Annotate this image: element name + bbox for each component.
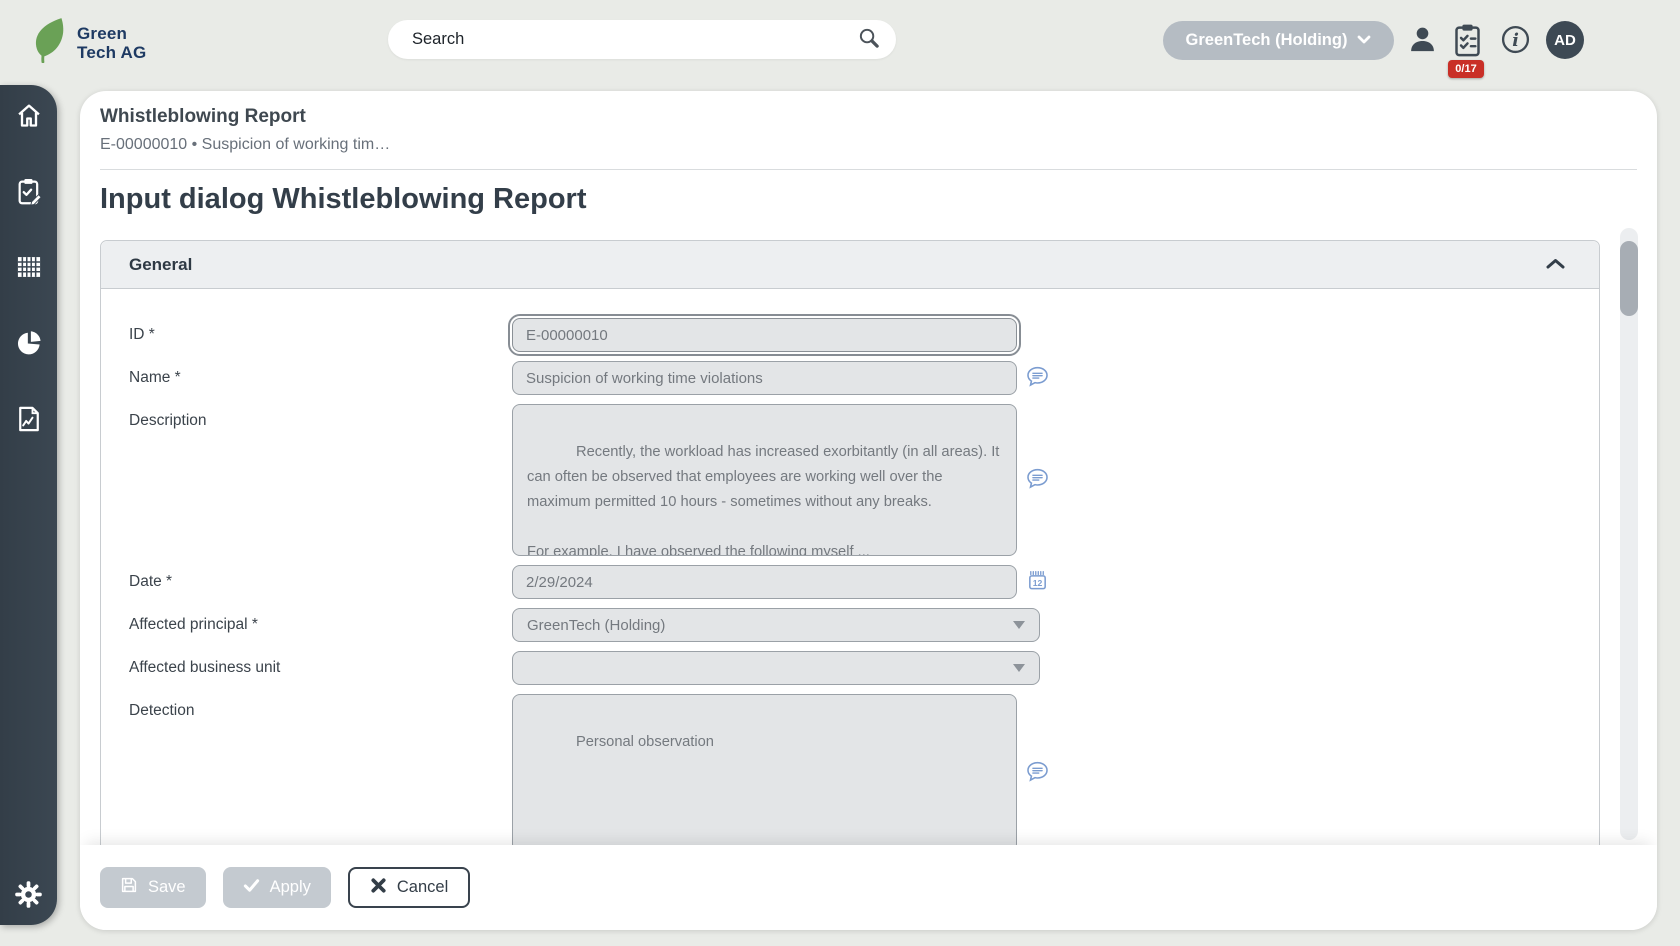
leaf-logo-icon <box>32 17 70 68</box>
report-chart-icon <box>15 405 43 436</box>
field-row-id: ID * <box>129 318 1599 352</box>
gear-icon <box>14 880 43 912</box>
sidebar-item-reports[interactable] <box>14 405 44 435</box>
date-label: Date * <box>129 565 512 599</box>
general-form: ID * Name * <box>101 289 1599 852</box>
section-title: General <box>129 255 192 275</box>
sidebar-item-home[interactable] <box>14 101 44 131</box>
description-comment-button[interactable] <box>1026 467 1049 493</box>
clipboard-edit-icon <box>15 177 43 208</box>
top-bar: Green Tech AG GreenTech (Holding) <box>0 0 1680 85</box>
sidebar-item-data-table[interactable] <box>14 253 44 283</box>
detection-label: Detection <box>129 694 512 852</box>
affected-principal-label: Affected principal * <box>129 608 512 642</box>
pie-chart-icon <box>15 329 43 360</box>
name-field[interactable] <box>512 361 1017 395</box>
collapse-section-button[interactable] <box>1542 253 1569 276</box>
general-section: General ID * Name * <box>100 240 1600 930</box>
info-icon[interactable]: i <box>1500 24 1531 58</box>
search-input[interactable] <box>412 30 857 49</box>
description-label: Description <box>129 404 512 556</box>
name-comment-button[interactable] <box>1026 365 1049 391</box>
field-row-affected-business-unit: Affected business unit <box>129 651 1599 685</box>
comment-bubble-icon <box>1026 365 1049 391</box>
field-row-date: Date * 12 <box>129 565 1599 599</box>
sidebar-item-dashboard[interactable] <box>14 329 44 359</box>
dropdown-arrow-icon <box>1013 664 1025 672</box>
tasks-count-badge: 0/17 <box>1448 60 1484 78</box>
dialog-heading: Input dialog Whistleblowing Report <box>100 183 1637 216</box>
dropdown-arrow-icon <box>1013 621 1025 629</box>
field-row-affected-principal: Affected principal * GreenTech (Holding) <box>129 608 1599 642</box>
home-icon <box>15 101 43 132</box>
resize-handle-icon[interactable] <box>994 829 1011 846</box>
brand-name: Green Tech AG <box>77 24 146 62</box>
chevron-up-icon <box>1546 257 1565 272</box>
name-label: Name * <box>129 361 512 395</box>
cancel-button[interactable]: Cancel <box>348 867 470 908</box>
dialog-footer: Save Apply Cancel <box>80 845 1657 930</box>
breadcrumb: E-00000010 • Suspicion of working tim… <box>100 136 1637 154</box>
date-field[interactable] <box>512 565 1017 599</box>
chevron-down-icon <box>1357 31 1371 50</box>
svg-text:i: i <box>1512 31 1519 51</box>
calendar-picker-button[interactable]: 12 <box>1026 569 1049 595</box>
search-icon[interactable] <box>857 26 880 54</box>
sidebar-item-assessments[interactable] <box>14 177 44 207</box>
detection-comment-button[interactable] <box>1026 760 1049 786</box>
field-row-description: Description Recently, the workload has i… <box>129 404 1599 556</box>
apply-check-icon <box>243 877 260 899</box>
id-label: ID * <box>129 318 512 352</box>
avatar[interactable]: AD <box>1546 21 1584 59</box>
sidebar-nav <box>0 85 57 925</box>
grid-table-icon <box>15 253 43 284</box>
header-divider <box>100 169 1637 170</box>
record-header: Whistleblowing Report E-00000010 • Suspi… <box>80 91 1657 216</box>
affected-business-unit-label: Affected business unit <box>129 651 512 685</box>
comment-bubble-icon <box>1026 760 1049 786</box>
scrollbar-thumb[interactable] <box>1620 241 1638 316</box>
general-section-header[interactable]: General <box>101 241 1599 289</box>
global-search <box>388 20 896 59</box>
resize-handle-icon[interactable] <box>994 533 1011 550</box>
user-profile-icon[interactable] <box>1407 24 1438 58</box>
save-button[interactable]: Save <box>100 867 206 908</box>
field-row-detection: Detection Personal observation <box>129 694 1599 852</box>
sidebar-item-settings[interactable] <box>14 881 44 911</box>
svg-text:12: 12 <box>1033 578 1043 588</box>
save-floppy-icon <box>120 876 138 899</box>
page-title: Whistleblowing Report <box>100 106 1637 128</box>
cancel-x-icon <box>370 877 387 899</box>
comment-bubble-icon <box>1026 467 1049 493</box>
calendar-icon: 12 <box>1026 569 1049 595</box>
field-row-name: Name * <box>129 361 1599 395</box>
apply-button[interactable]: Apply <box>223 867 331 908</box>
detection-field[interactable]: Personal observation <box>512 694 1017 852</box>
vertical-scrollbar[interactable] <box>1620 228 1638 840</box>
brand-logo: Green Tech AG <box>32 17 146 68</box>
description-field[interactable]: Recently, the workload has increased exo… <box>512 404 1017 556</box>
tasks-checklist-icon[interactable] <box>1451 22 1484 61</box>
affected-principal-select[interactable]: GreenTech (Holding) <box>512 608 1040 642</box>
org-selector-dropdown[interactable]: GreenTech (Holding) <box>1163 21 1394 60</box>
main-content-card: Whistleblowing Report E-00000010 • Suspi… <box>80 91 1657 930</box>
affected-business-unit-select[interactable] <box>512 651 1040 685</box>
id-field[interactable] <box>512 318 1017 352</box>
